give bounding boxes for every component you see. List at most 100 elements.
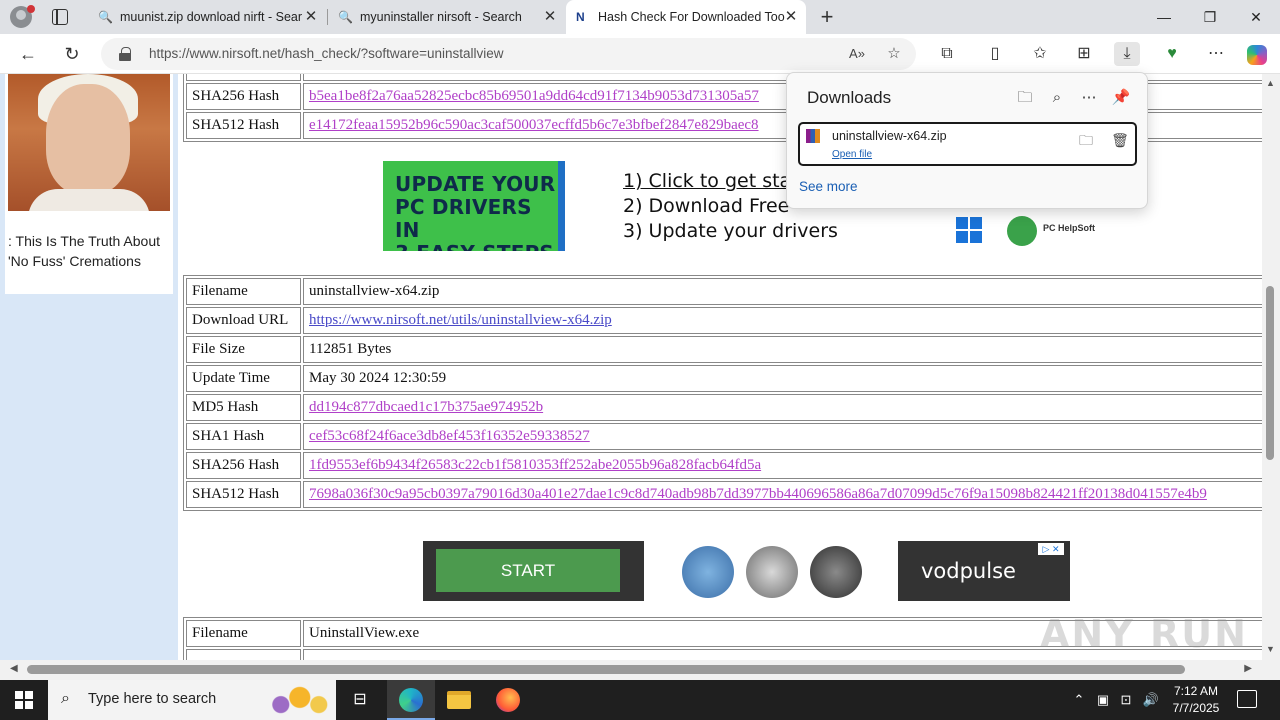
md5-link[interactable]: dd194c877dbcaed1c17b375ae974952b — [309, 399, 543, 415]
browser-toolbar: ← ↻ https://www.nirsoft.net/hash_check/?… — [0, 34, 1280, 74]
vodpulse-banner[interactable]: START ⦙ vodpulse ▷ ✕ — [423, 541, 1070, 601]
read-aloud-icon[interactable]: A» — [846, 44, 868, 64]
sha256-link[interactable]: b5ea1be8f2a76aa52825ecbc85b69501a9dd64cd… — [309, 88, 759, 104]
row-key: Download URL — [186, 307, 301, 334]
extensions-icon[interactable]: ⧉ — [934, 42, 960, 66]
profile-notification-dot — [27, 5, 35, 13]
downloads-panel: Downloads 🗀 ⌕ ⋯ 📌 uninstallview-x64.zip … — [786, 72, 1148, 209]
phone-download-illustration-icon — [746, 546, 798, 598]
url-text[interactable]: https://www.nirsoft.net/hash_check/?soft… — [149, 38, 504, 70]
download-url-link[interactable]: https://www.nirsoft.net/utils/uninstallv… — [309, 312, 612, 328]
task-view-icon[interactable]: ⊟ — [336, 680, 384, 720]
firefox-taskbar-icon[interactable] — [484, 680, 532, 720]
horizontal-scroll-thumb[interactable] — [27, 665, 1185, 674]
tab-strip: 🔍 muunist.zip download nirft - Sear ✕ 🔍 … — [0, 0, 1280, 34]
browser-essentials-icon[interactable]: ♥ — [1159, 42, 1185, 66]
favorites-icon[interactable]: ✩ — [1027, 42, 1053, 66]
table-row: Download URL https://www.nirsoft.net/util… — [186, 307, 1262, 334]
refresh-button[interactable]: ↻ — [58, 40, 86, 68]
new-tab-button[interactable]: + — [815, 3, 839, 31]
open-file-link[interactable]: Open file — [832, 149, 872, 160]
sha1-link[interactable]: cef53c68f24f6ace3db8ef453f16352e59338527 — [309, 428, 590, 444]
scroll-right-icon[interactable]: ▶ — [1244, 663, 1252, 674]
close-tab-icon[interactable]: ✕ — [541, 0, 559, 34]
notification-center-icon[interactable] — [1237, 690, 1257, 708]
row-key: File Size — [186, 336, 301, 363]
close-window-button[interactable]: ✕ — [1233, 0, 1279, 34]
open-downloads-folder-icon[interactable]: 🗀 — [1013, 86, 1037, 110]
downloads-title: Downloads — [807, 88, 892, 107]
vertical-scrollbar[interactable]: ▲ ▼ — [1262, 74, 1280, 660]
windows-taskbar: ⌕ Type here to search ⊟ ⌃ ▣ ⊡ 🔊 7:12 AM … — [0, 680, 1280, 720]
vertical-scroll-thumb[interactable] — [1266, 286, 1274, 460]
close-tab-icon[interactable]: ✕ — [782, 0, 800, 34]
horizontal-scrollbar[interactable]: ◀ ▶ — [0, 660, 1262, 680]
pin-icon[interactable]: 📌 — [1109, 86, 1133, 110]
tab-actions-icon[interactable] — [52, 9, 68, 25]
windows-logo-icon — [956, 217, 982, 243]
taskbar-clock[interactable]: 7:12 AM 7/7/2025 — [1165, 683, 1227, 717]
scrollbar-corner — [1262, 660, 1280, 680]
sha512-link[interactable]: 7698a036f30c9a95cb0397a79016d30a401e27da… — [309, 486, 1207, 502]
device-icon[interactable]: ▣ — [1094, 680, 1112, 720]
row-key: Update Time — [186, 365, 301, 392]
scroll-left-icon[interactable]: ◀ — [10, 663, 18, 674]
edge-taskbar-icon[interactable] — [387, 680, 435, 720]
banner-headline-line: 3 EASY STEPS — [395, 241, 554, 252]
show-in-folder-icon[interactable]: 🗀 — [1075, 129, 1097, 151]
address-bar[interactable]: https://www.nirsoft.net/hash_check/?soft… — [101, 38, 916, 70]
banner-headline-line: UPDATE YOUR — [395, 172, 556, 196]
banner-illustrations[interactable] — [644, 541, 898, 601]
taskbar-search-placeholder[interactable]: Type here to search — [88, 691, 216, 707]
banner-brand: vodpulse — [921, 559, 1016, 583]
download-item[interactable]: uninstallview-x64.zip Open file 🗀 🗑 — [798, 122, 1137, 166]
network-icon[interactable]: ⊡ — [1117, 680, 1135, 720]
row-key: SHA1 Hash — [186, 423, 301, 450]
windows-start-icon[interactable] — [15, 691, 33, 709]
split-screen-icon[interactable]: ▯ — [982, 42, 1008, 66]
scroll-up-icon[interactable]: ▲ — [1266, 78, 1275, 88]
tab-search-2[interactable]: 🔍 myuninstaller nirsoft - Search ✕ — [328, 0, 565, 34]
adchoices-icon[interactable]: ▷ ✕ — [1038, 543, 1064, 555]
maximize-button[interactable]: ❐ — [1187, 0, 1233, 34]
favorite-star-icon[interactable]: ☆ — [883, 44, 905, 64]
minimize-button[interactable]: — — [1141, 0, 1187, 34]
sha256-link[interactable]: 1fd9553ef6b9434f26583c22cb1f5810353ff252… — [309, 457, 761, 473]
tab-title: muunist.zip download nirft - Sear — [120, 10, 303, 24]
clock-date: 7/7/2025 — [1172, 701, 1220, 715]
ad-photo[interactable] — [8, 74, 170, 211]
scroll-down-icon[interactable]: ▼ — [1266, 644, 1275, 654]
more-menu-icon[interactable]: ⋯ — [1203, 42, 1229, 66]
show-hidden-icons-icon[interactable]: ⌃ — [1069, 680, 1089, 720]
collections-icon[interactable]: ⊞ — [1071, 42, 1097, 66]
table-row: SHA1 Hash cef53c68f24f6ace3db8ef453f16352… — [186, 423, 1262, 450]
monitor-illustration-icon — [682, 546, 734, 598]
taskbar-search-box[interactable]: ⌕ Type here to search — [48, 680, 336, 720]
ad-headline[interactable]: : This Is The Truth About 'No Fuss' Crem… — [8, 231, 170, 271]
tab-search-1[interactable]: 🔍 muunist.zip download nirft - Sear ✕ — [88, 0, 326, 34]
search-downloads-icon[interactable]: ⌕ — [1045, 86, 1069, 110]
search-icon: 🔍 — [338, 10, 353, 24]
back-button[interactable]: ← — [14, 40, 42, 68]
row-value: cef53c68f24f6ace3db8ef453f16352e59338527 — [303, 423, 1262, 450]
see-more-link[interactable]: See more — [799, 179, 858, 194]
file-explorer-taskbar-icon[interactable] — [435, 680, 483, 720]
row-key: Filename — [186, 620, 301, 647]
tab-hash-check[interactable]: N Hash Check For Downloaded Too ✕ — [566, 0, 806, 34]
banner-headline-block[interactable]: UPDATE YOUR PC DRIVERS IN 3 EASY STEPS — [383, 161, 565, 251]
row-value: 7698a036f30c9a95cb0397a79016d30a401e27da… — [303, 481, 1262, 508]
banner-headline-line: PC DRIVERS IN — [395, 195, 532, 242]
delete-icon[interactable]: 🗑 — [1109, 129, 1131, 151]
sha512-link[interactable]: e14172feaa15952b96c590ac3caf500037ecffd5… — [309, 117, 759, 133]
volume-icon[interactable]: 🔊 — [1141, 680, 1161, 720]
banner-step-3: 3) Update your drivers — [623, 220, 838, 242]
downloads-icon[interactable]: ⤓ — [1114, 42, 1140, 66]
row-key: SHA256 Hash — [186, 83, 301, 110]
downloads-more-options-icon[interactable]: ⋯ — [1077, 86, 1101, 110]
close-tab-icon[interactable]: ✕ — [302, 0, 320, 34]
sidebar-ad[interactable]: : This Is The Truth About 'No Fuss' Crem… — [5, 74, 173, 294]
table-row: Filename uninstallview-x64.zip — [186, 278, 1262, 305]
banner-start-button[interactable]: START — [436, 549, 620, 592]
copilot-icon[interactable] — [1247, 45, 1267, 65]
lock-icon[interactable] — [119, 47, 131, 61]
